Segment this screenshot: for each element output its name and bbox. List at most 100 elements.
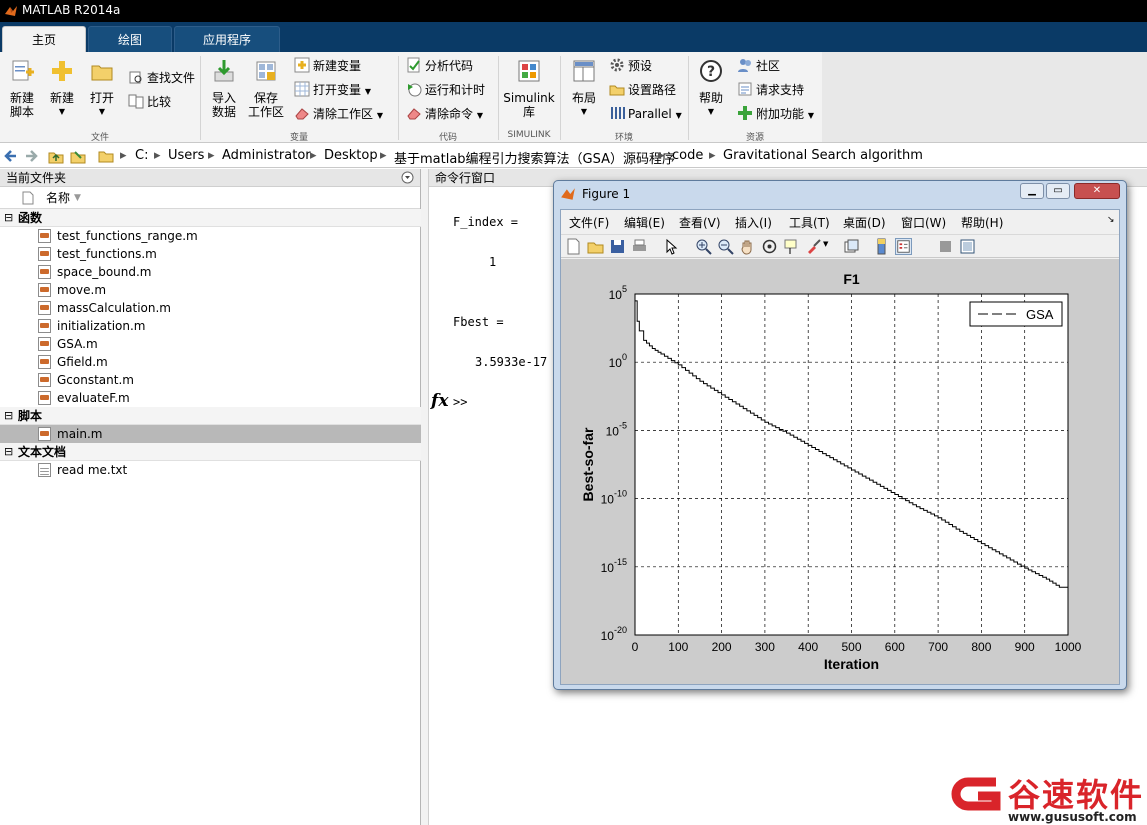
folder-section-header[interactable]: ⊟ 函数 bbox=[0, 209, 421, 227]
file-row[interactable]: read me.txt bbox=[0, 461, 421, 479]
new-button[interactable]: 新建 ▼ bbox=[44, 58, 80, 119]
chevron-down-icon: ▼ bbox=[675, 111, 682, 120]
pan-icon[interactable] bbox=[739, 238, 756, 255]
menu-help[interactable]: 帮助(H) bbox=[961, 214, 1003, 231]
save-workspace-button[interactable]: 保存 工作区 bbox=[246, 58, 286, 119]
request-support-button[interactable]: 请求支持 bbox=[737, 80, 804, 100]
path-segment-code[interactable]: code bbox=[672, 148, 703, 163]
file-row[interactable]: main.m bbox=[0, 425, 421, 443]
help-button[interactable]: ? 帮助 ▼ bbox=[694, 58, 728, 119]
tab-home[interactable]: 主页 bbox=[2, 26, 86, 52]
community-button[interactable]: 社区 bbox=[737, 56, 780, 76]
folder-section-header[interactable]: ⊟ 脚本 bbox=[0, 407, 421, 425]
print-icon[interactable] bbox=[631, 238, 648, 255]
file-row[interactable]: Gconstant.m bbox=[0, 371, 421, 389]
brush-dropdown-icon[interactable]: ▼ bbox=[823, 240, 828, 248]
figure-window[interactable]: Figure 1 ▁ ▭ ✕ 文件(F) 编辑(E) 查看(V) 插入(I) 工… bbox=[553, 180, 1127, 690]
new-figure-icon[interactable] bbox=[565, 238, 582, 255]
file-row[interactable]: test_functions_range.m bbox=[0, 227, 421, 245]
file-row[interactable]: initialization.m bbox=[0, 317, 421, 335]
addons-button[interactable]: 附加功能 ▼ bbox=[737, 104, 814, 124]
menu-edit[interactable]: 编辑(E) bbox=[624, 214, 665, 231]
command-prompt[interactable]: >> bbox=[453, 395, 467, 409]
column-header[interactable]: 名称 ▼ bbox=[0, 187, 420, 209]
file-row[interactable]: GSA.m bbox=[0, 335, 421, 353]
zoom-out-icon[interactable] bbox=[717, 238, 734, 255]
clear-workspace-button[interactable]: 清除工作区 ▼ bbox=[294, 104, 383, 124]
addons-label: 附加功能 bbox=[756, 107, 805, 121]
function-browser-icon[interactable]: fx bbox=[431, 391, 448, 411]
legend-icon[interactable] bbox=[895, 238, 912, 255]
menu-tools[interactable]: 工具(T) bbox=[789, 214, 830, 231]
open-button[interactable]: 打开 ▼ bbox=[84, 58, 120, 119]
path-segment-desktop[interactable]: Desktop bbox=[324, 148, 378, 163]
save-icon[interactable] bbox=[609, 238, 626, 255]
hide-plot-tools-icon[interactable] bbox=[937, 238, 954, 255]
file-row[interactable]: massCalculation.m bbox=[0, 299, 421, 317]
set-path-button[interactable]: 设置路径 bbox=[609, 80, 676, 100]
simulink-library-icon bbox=[518, 60, 540, 82]
analyze-code-button[interactable]: 分析代码 bbox=[406, 56, 473, 76]
menu-desktop[interactable]: 桌面(D) bbox=[843, 214, 886, 231]
y-tick-label: 10-20 bbox=[601, 625, 627, 643]
back-arrow-icon[interactable] bbox=[4, 149, 18, 163]
forward-arrow-icon[interactable] bbox=[24, 149, 38, 163]
brush-icon[interactable] bbox=[805, 238, 822, 255]
up-folder-icon[interactable] bbox=[48, 148, 64, 164]
file-row[interactable]: evaluateF.m bbox=[0, 389, 421, 407]
menu-view[interactable]: 查看(V) bbox=[679, 214, 721, 231]
minimize-button[interactable]: ▁ bbox=[1020, 183, 1044, 199]
folder-section-header[interactable]: ⊟ 文本文档 bbox=[0, 443, 421, 461]
file-row[interactable]: move.m bbox=[0, 281, 421, 299]
browse-folder-icon[interactable] bbox=[70, 148, 86, 164]
collapse-toggle-icon[interactable]: ⊟ bbox=[4, 407, 13, 425]
path-segment-project[interactable]: 基于matlab编程引力搜索算法（GSA）源码程序 bbox=[394, 148, 675, 167]
layout-button[interactable]: 布局 ▼ bbox=[566, 58, 602, 119]
rotate-icon[interactable] bbox=[761, 238, 778, 255]
path-segment-gsa[interactable]: Gravitational Search algorithm bbox=[723, 148, 923, 163]
collapse-toggle-icon[interactable]: ⊟ bbox=[4, 443, 13, 461]
m-file-icon bbox=[38, 373, 51, 387]
open-variable-button[interactable]: 打开变量 ▼ bbox=[294, 80, 371, 100]
sort-arrow-icon: ▼ bbox=[74, 193, 81, 203]
menu-window[interactable]: 窗口(W) bbox=[901, 214, 946, 231]
new-script-button[interactable]: 新建 脚本 bbox=[4, 58, 40, 119]
path-segment-users[interactable]: Users bbox=[168, 148, 204, 163]
file-row[interactable]: space_bound.m bbox=[0, 263, 421, 281]
text-file-icon bbox=[38, 463, 51, 477]
import-data-button[interactable]: 导入 数据 bbox=[206, 58, 242, 119]
zoom-in-icon[interactable] bbox=[695, 238, 712, 255]
simulink-library-button[interactable]: Simulink 库 bbox=[502, 58, 556, 119]
set-path-label: 设置路径 bbox=[628, 83, 677, 97]
file-row[interactable]: test_functions.m bbox=[0, 245, 421, 263]
compare-button[interactable]: 比较 bbox=[128, 92, 171, 112]
maximize-button[interactable]: ▭ bbox=[1046, 183, 1070, 199]
plot-area[interactable]: 0 100 200 300 400 500 600 700 800 900 1000 105 100 10… bbox=[561, 259, 1119, 684]
preferences-button[interactable]: 预设 bbox=[609, 56, 652, 76]
path-segment-administrator[interactable]: Administrator bbox=[222, 148, 311, 163]
panel-actions-icon[interactable] bbox=[401, 171, 414, 184]
dock-arrow-icon[interactable]: ↘ bbox=[1107, 215, 1115, 225]
open-icon[interactable] bbox=[587, 238, 604, 255]
link-icon[interactable] bbox=[843, 238, 860, 255]
gsa-convergence-chart[interactable]: 0 100 200 300 400 500 600 700 800 900 1000 105 100 10… bbox=[561, 259, 1119, 684]
find-files-button[interactable]: 查找文件 bbox=[128, 68, 195, 88]
show-plot-tools-icon[interactable] bbox=[959, 238, 976, 255]
new-variable-button[interactable]: 新建变量 bbox=[294, 56, 361, 76]
clear-commands-button[interactable]: 清除命令 ▼ bbox=[406, 104, 483, 124]
parallel-button[interactable]: Parallel ▼ bbox=[609, 104, 682, 124]
close-button[interactable]: ✕ bbox=[1074, 183, 1120, 199]
file-row[interactable]: Gfield.m bbox=[0, 353, 421, 371]
menu-insert[interactable]: 插入(I) bbox=[735, 214, 772, 231]
panel-splitter[interactable] bbox=[421, 169, 429, 825]
tab-plots[interactable]: 绘图 bbox=[88, 26, 172, 52]
colorbar-icon[interactable] bbox=[873, 238, 890, 255]
name-column-header[interactable]: 名称 bbox=[46, 187, 70, 209]
pointer-icon[interactable] bbox=[663, 238, 680, 255]
menu-file[interactable]: 文件(F) bbox=[569, 214, 609, 231]
tab-apps[interactable]: 应用程序 bbox=[174, 26, 280, 52]
collapse-toggle-icon[interactable]: ⊟ bbox=[4, 209, 13, 227]
data-cursor-icon[interactable] bbox=[783, 238, 800, 255]
run-and-time-button[interactable]: 运行和计时 bbox=[406, 80, 485, 100]
path-segment-drive[interactable]: C: bbox=[135, 148, 148, 163]
